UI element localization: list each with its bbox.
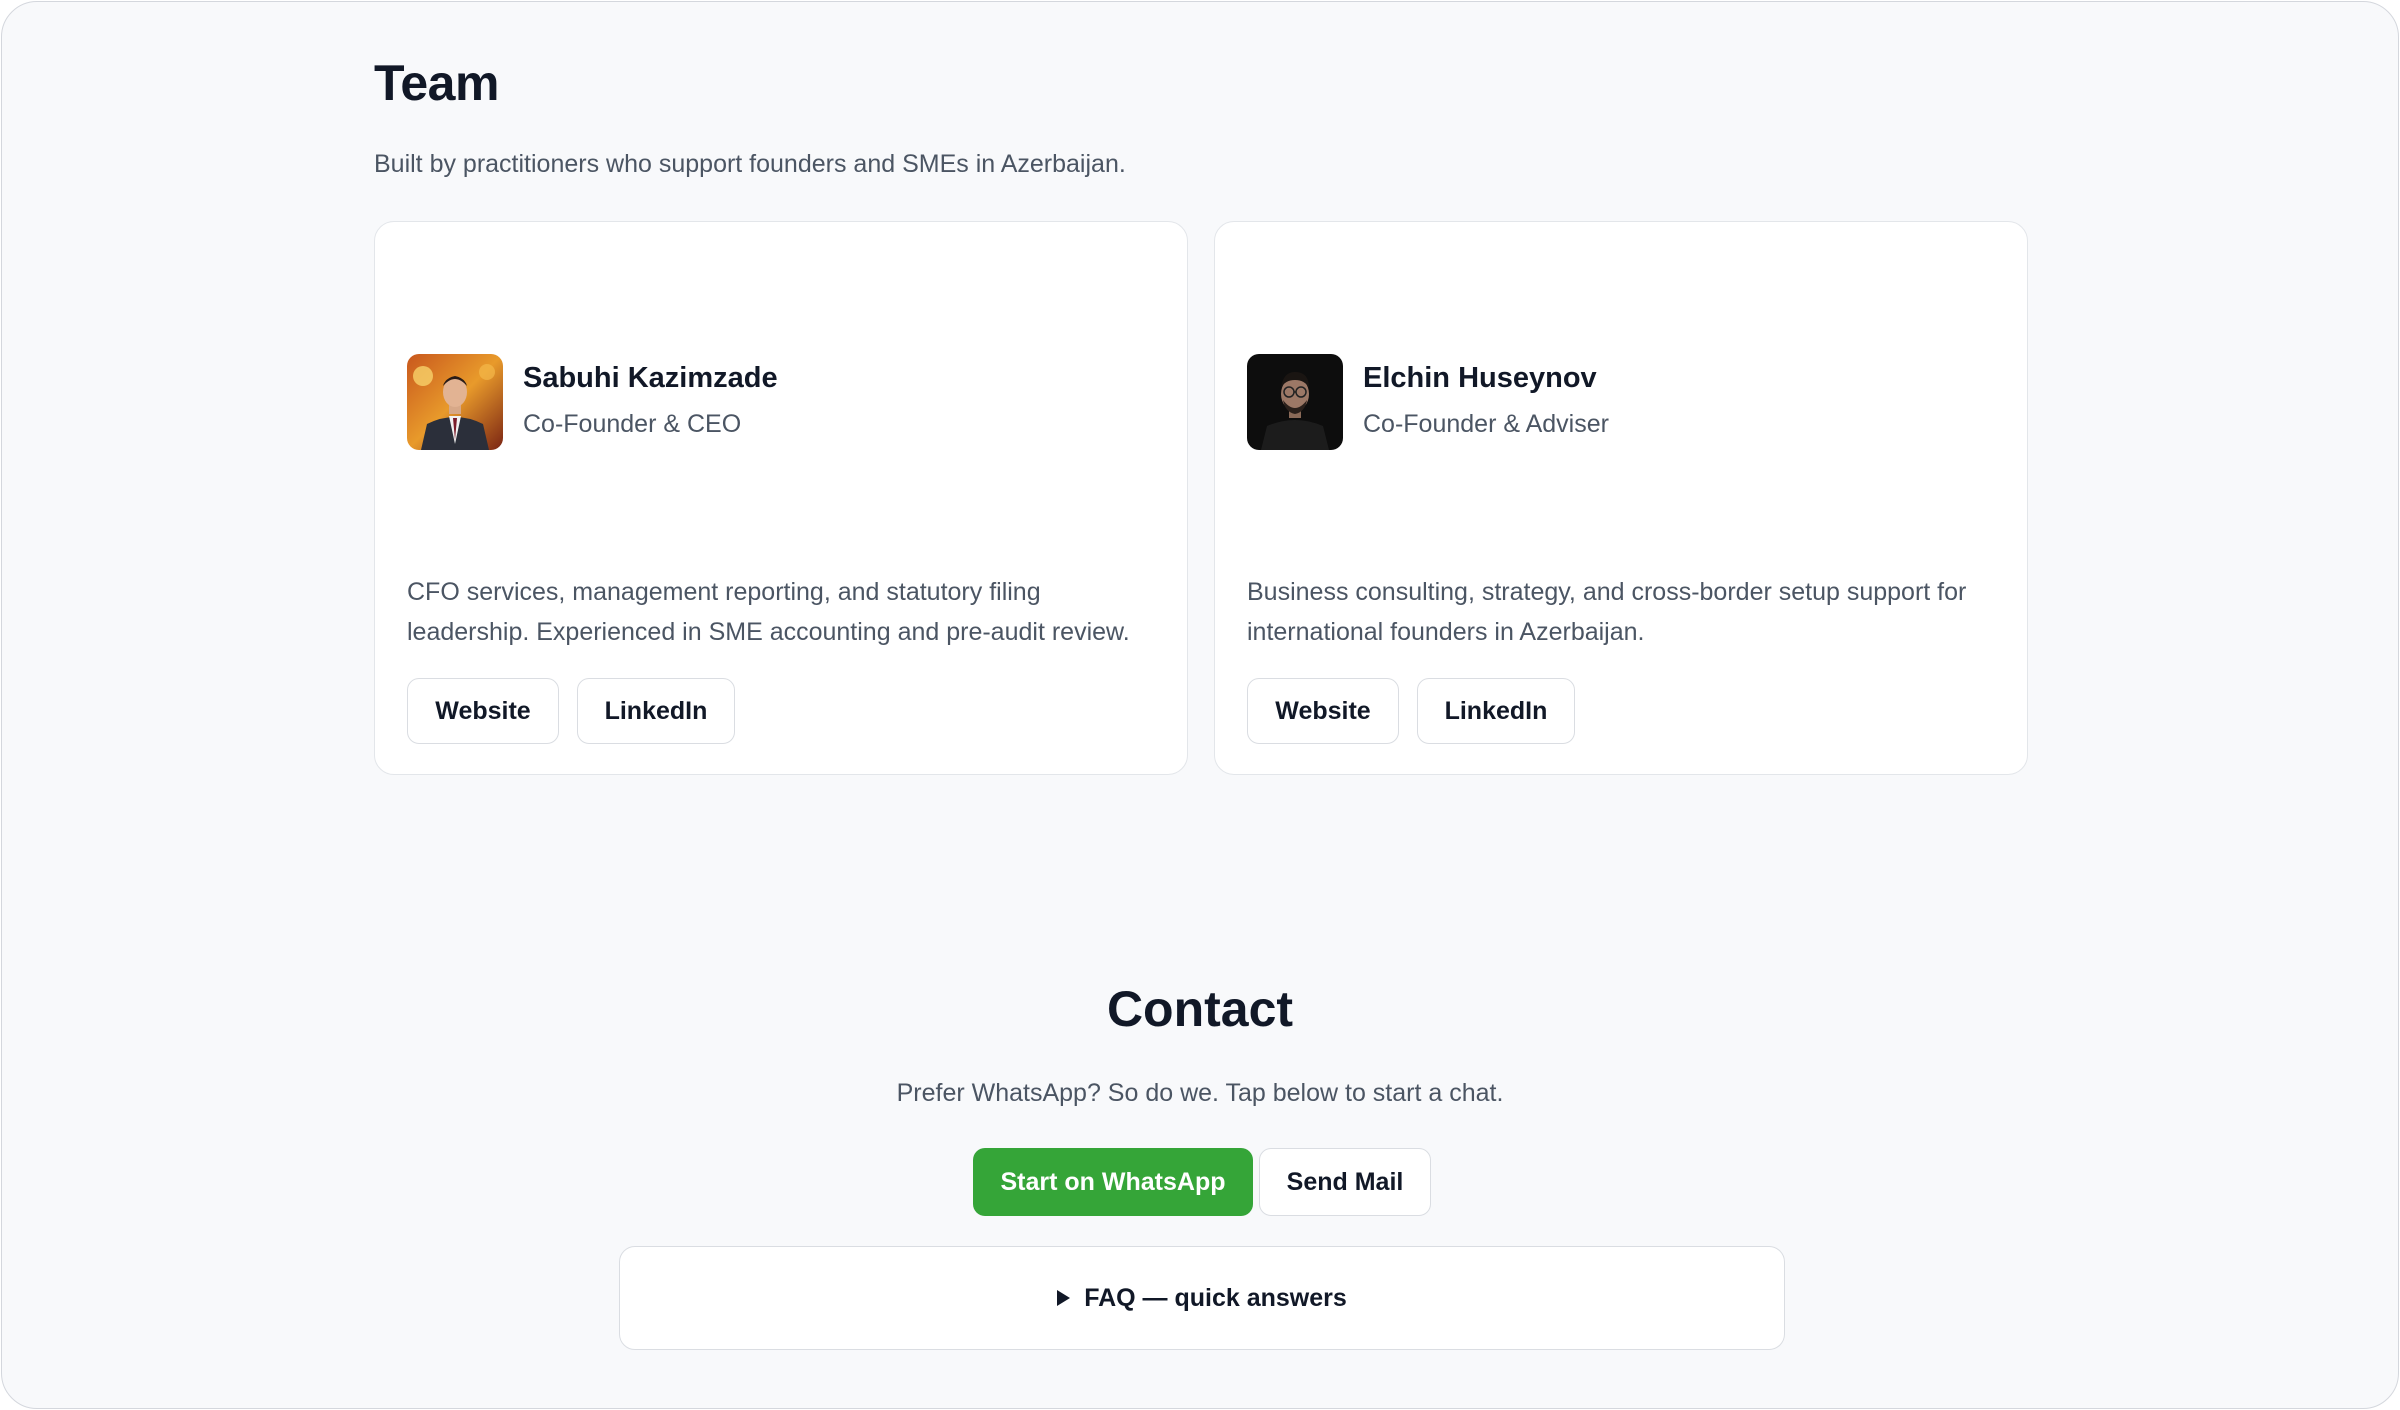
- contact-heading: Contact: [1106, 981, 1294, 1037]
- team-subtitle: Built by practitioners who support found…: [374, 150, 1126, 178]
- portrait-photo: [407, 354, 503, 450]
- linkedin-button[interactable]: LinkedIn: [577, 678, 735, 744]
- portrait-photo: [1247, 354, 1343, 450]
- linkedin-button[interactable]: LinkedIn: [1417, 678, 1575, 744]
- website-button[interactable]: Website: [407, 678, 559, 744]
- member-name: Sabuhi Kazimzade: [523, 362, 778, 394]
- member-name: Elchin Huseynov: [1363, 362, 1597, 394]
- member-bio: Business consulting, strategy, and cross…: [1247, 578, 1967, 646]
- member-role: Co-Founder & Adviser: [1363, 410, 1609, 438]
- whatsapp-button[interactable]: Start on WhatsApp: [973, 1148, 1253, 1216]
- website-button[interactable]: Website: [1247, 678, 1399, 744]
- team-card-sabuhi: Sabuhi Kazimzade Co-Founder & CEO CFO se…: [374, 221, 1188, 775]
- faq-label: FAQ — quick answers: [1084, 1283, 1347, 1312]
- faq-toggle[interactable]: FAQ — quick answers: [619, 1246, 1785, 1350]
- member-bio: CFO services, management reporting, and …: [407, 578, 1130, 646]
- team-card-elchin: Elchin Huseynov Co-Founder & Adviser Bus…: [1214, 221, 2028, 775]
- member-role: Co-Founder & CEO: [523, 410, 742, 438]
- triangle-right-icon: [1057, 1290, 1071, 1306]
- page-frame: Team Built by practitioners who support …: [1, 1, 2399, 1409]
- team-heading: Team: [374, 55, 499, 111]
- contact-subtitle: Prefer WhatsApp? So do we. Tap below to …: [896, 1079, 1504, 1107]
- avatar: [1247, 354, 1343, 450]
- send-mail-button[interactable]: Send Mail: [1259, 1148, 1431, 1216]
- avatar: [407, 354, 503, 450]
